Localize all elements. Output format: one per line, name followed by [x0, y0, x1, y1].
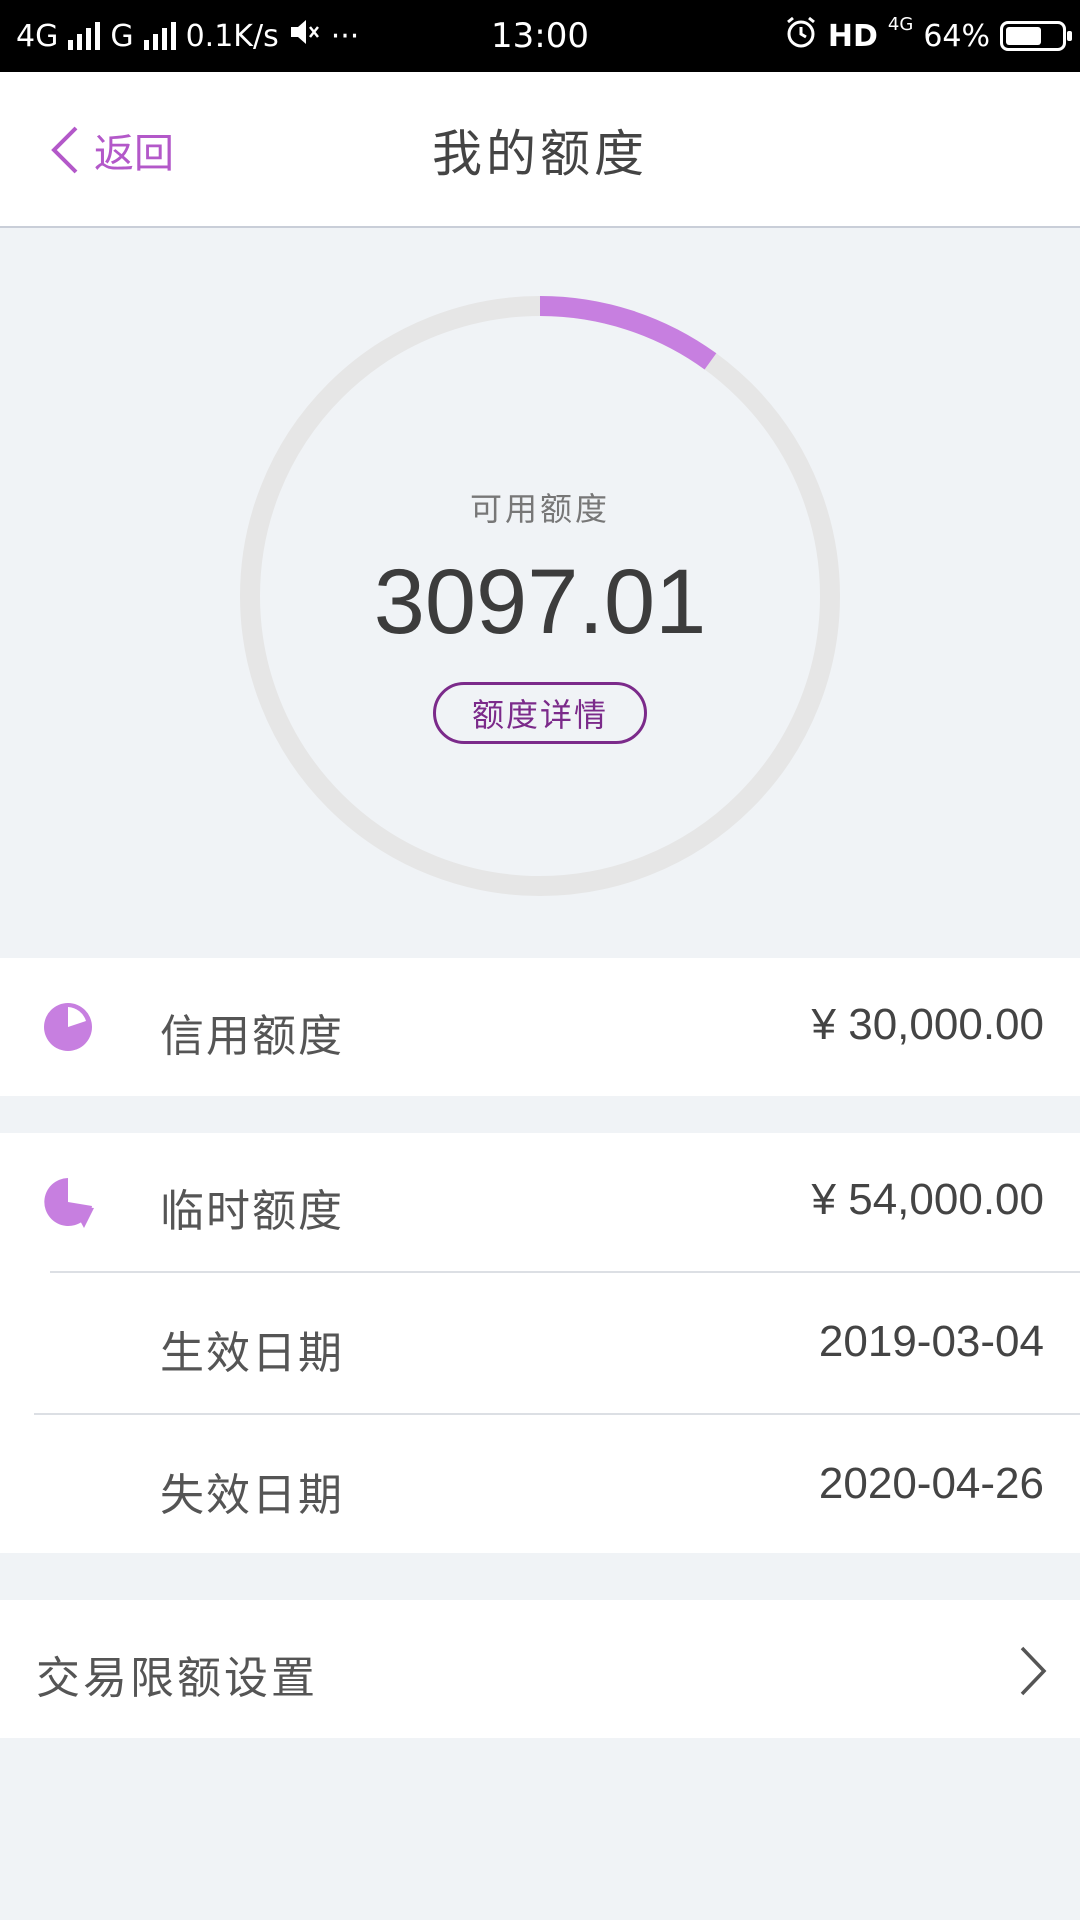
network-4g-small: 4G: [887, 14, 914, 35]
effective-date-value: 2019-03-04: [818, 1317, 1044, 1366]
credit-limit-row: 信用额度 ¥ 30,000.00: [0, 958, 1080, 1096]
expiry-date-row: 失效日期 2020-04-26: [0, 1415, 1080, 1553]
alarm-icon: [784, 15, 818, 57]
status-right: HD 4G 64%: [784, 0, 1072, 72]
nav-bar: 返回 我的额度: [0, 72, 1080, 228]
status-bar: 4G G 0.1K/s ··· 13:00 HD 4G 64%: [0, 0, 1080, 72]
battery-percent: 64%: [923, 18, 990, 54]
temporary-limit-row: 临时额度 ¥ 54,000.00: [0, 1133, 1080, 1271]
transaction-limit-setting-row[interactable]: 交易限额设置: [0, 1600, 1080, 1738]
temporary-limit-label: 临时额度: [160, 1186, 344, 1237]
expiry-date-label: 失效日期: [160, 1470, 344, 1521]
temporary-limit-value: ¥ 54,000.00: [811, 1175, 1044, 1224]
available-credit-label: 可用额度: [469, 490, 610, 528]
effective-date-label: 生效日期: [160, 1328, 344, 1379]
hd-indicator: HD: [827, 18, 878, 54]
effective-date-row: 生效日期 2019-03-04: [0, 1273, 1080, 1413]
gauge-used-arc: [539, 296, 717, 370]
pie-chart-icon: [44, 1178, 94, 1228]
expiry-date-value: 2020-04-26: [818, 1459, 1044, 1508]
chevron-right-icon: [1020, 1646, 1047, 1696]
available-credit-value: 3097.01: [373, 551, 707, 653]
battery-icon: [1000, 21, 1072, 51]
credit-detail-button[interactable]: 额度详情: [433, 682, 647, 744]
page-title: 我的额度: [432, 125, 648, 183]
credit-limit-value: ¥ 30,000.00: [811, 1000, 1044, 1049]
transaction-limit-setting-label: 交易限额设置: [36, 1653, 318, 1704]
pie-chart-icon: [44, 1003, 92, 1051]
temporary-limit-section: 临时额度 ¥ 54,000.00 生效日期 2019-03-04 失效日期 20…: [0, 1133, 1080, 1553]
credit-limit-label: 信用额度: [160, 1011, 344, 1062]
